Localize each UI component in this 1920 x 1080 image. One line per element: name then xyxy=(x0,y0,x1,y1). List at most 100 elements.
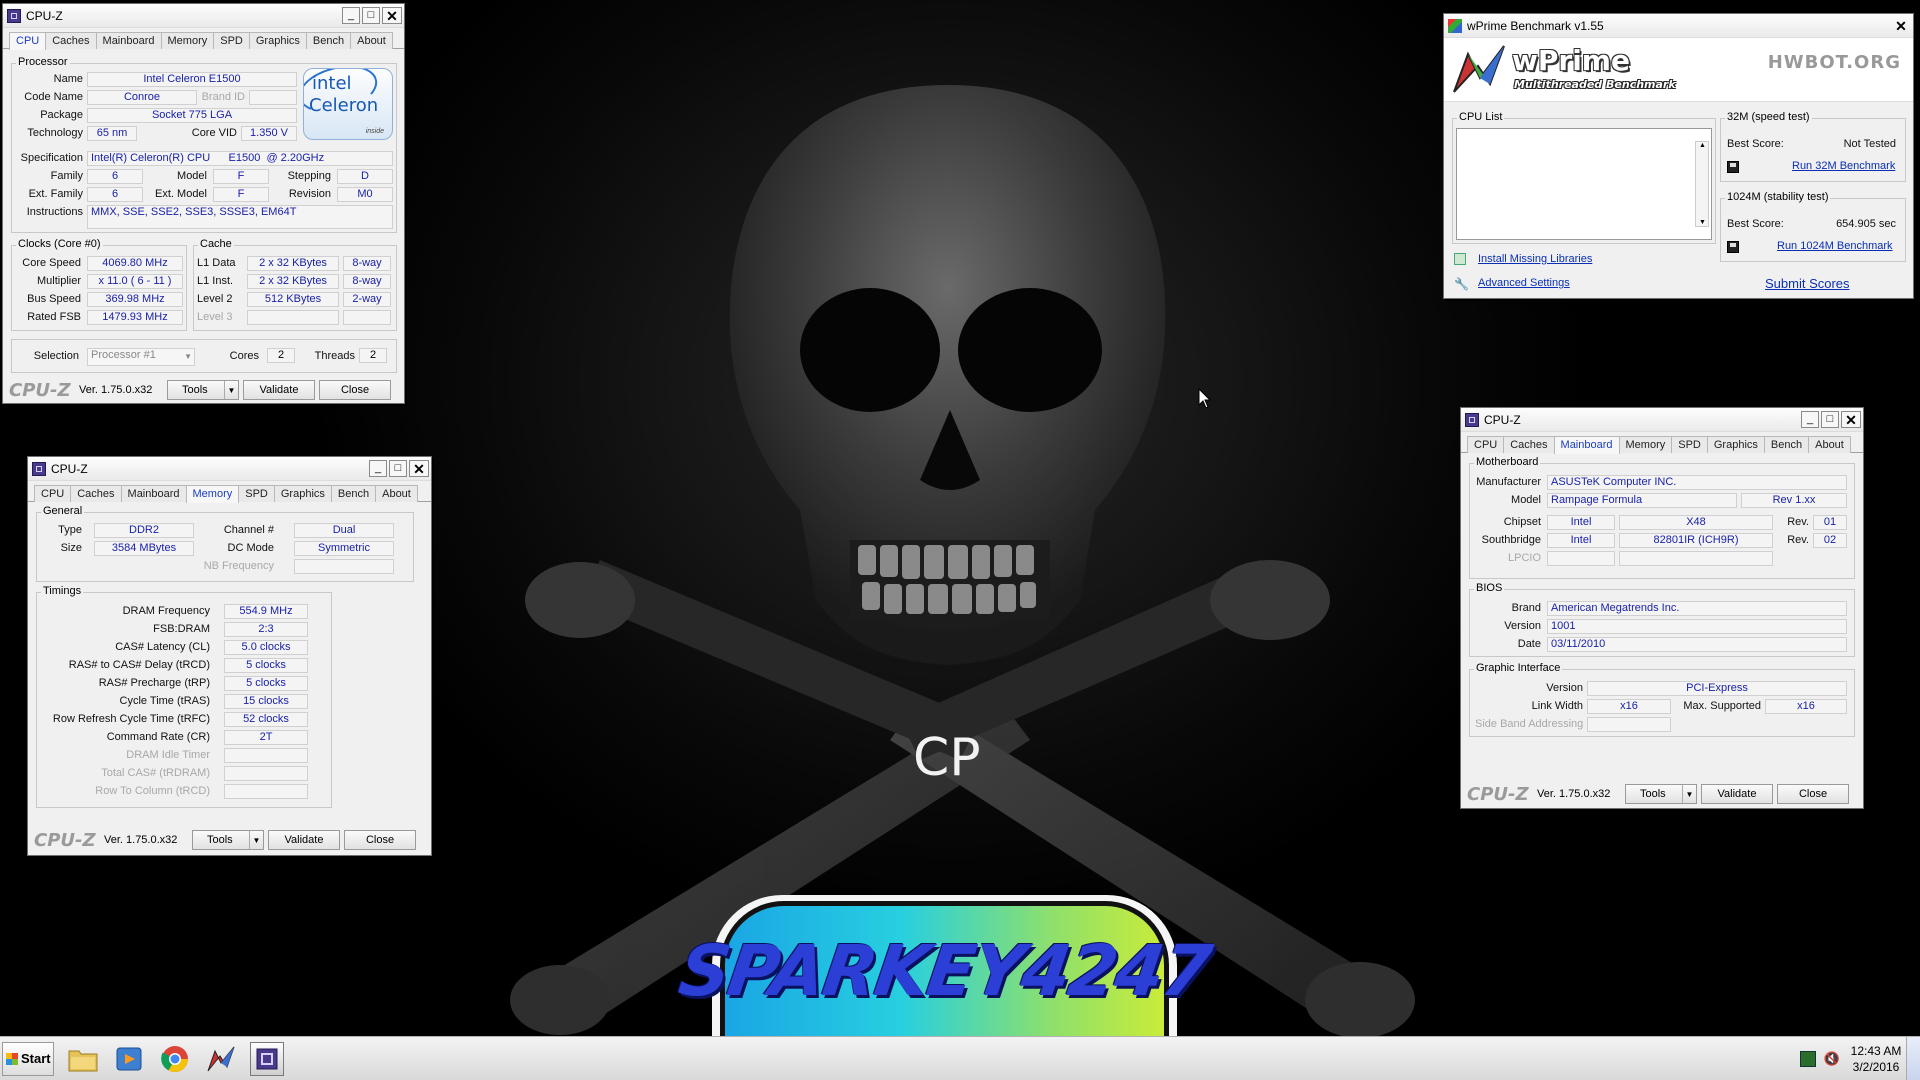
minimize-icon[interactable]: _ xyxy=(1801,411,1819,428)
chevron-down-icon[interactable]: ▼ xyxy=(249,831,263,849)
cpu-list[interactable]: ▲ ▼ xyxy=(1456,128,1712,240)
southbridge-label: Southbridge xyxy=(1481,534,1541,546)
tray-app-icon[interactable] xyxy=(1799,1051,1816,1067)
tab-about[interactable]: About xyxy=(375,485,418,502)
name-value: Intel Celeron E1500 xyxy=(87,72,297,87)
chevron-down-icon: ▼ xyxy=(184,352,192,361)
busspeed-value: 369.98 MHz xyxy=(87,292,183,307)
processor-select[interactable]: Processor #1 ▼ xyxy=(87,348,195,366)
package-label: Package xyxy=(40,109,83,121)
tab-bench[interactable]: Bench xyxy=(330,485,377,502)
wprime-taskbar-icon[interactable] xyxy=(204,1042,238,1076)
model-value: F xyxy=(213,169,269,184)
tab-caches[interactable]: Caches xyxy=(45,32,97,49)
maximize-icon[interactable]: □ xyxy=(362,7,380,24)
title-bar[interactable]: CPU-Z _ □ ✕ xyxy=(1461,408,1863,432)
tools-button[interactable]: Tools ▼ xyxy=(1625,784,1697,804)
bios-version-value: 1001 xyxy=(1547,619,1847,634)
tab-graphics[interactable]: Graphics xyxy=(248,32,307,49)
run-1024m-link[interactable]: Run 1024M Benchmark xyxy=(1777,240,1893,252)
tab-cpu[interactable]: CPU xyxy=(1467,436,1505,453)
bios-brand-label: Brand xyxy=(1511,602,1541,614)
chevron-down-icon[interactable]: ▼ xyxy=(1682,785,1696,803)
run-32m-link[interactable]: Run 32M Benchmark xyxy=(1792,160,1895,172)
save-icon[interactable] xyxy=(1727,241,1739,253)
tab-spd[interactable]: SPD xyxy=(238,485,275,502)
tab-cpu[interactable]: CPU xyxy=(9,32,47,50)
timing-value xyxy=(224,766,308,781)
advanced-settings-link[interactable]: Advanced Settings xyxy=(1478,277,1570,289)
tab-mainboard[interactable]: Mainboard xyxy=(120,485,187,502)
channel-label: Channel # xyxy=(223,524,274,536)
validate-button[interactable]: Validate xyxy=(268,830,340,850)
validate-button[interactable]: Validate xyxy=(1701,784,1773,804)
install-libraries-link[interactable]: Install Missing Libraries xyxy=(1478,253,1592,265)
corevid-label: Core VID xyxy=(191,127,237,139)
tab-about[interactable]: About xyxy=(350,32,393,49)
folder-icon[interactable] xyxy=(66,1042,100,1076)
minimize-icon[interactable]: _ xyxy=(369,460,387,477)
gi-maxsup-value: x16 xyxy=(1765,699,1847,714)
tab-graphics[interactable]: Graphics xyxy=(273,485,332,502)
scroll-up-icon[interactable]: ▲ xyxy=(1699,142,1706,149)
timing-value: 15 clocks xyxy=(224,694,308,709)
close-button[interactable]: Close xyxy=(344,830,416,850)
save-icon[interactable] xyxy=(1727,161,1739,173)
chevron-down-icon[interactable]: ▼ xyxy=(224,381,238,399)
extfamily-label: Ext. Family xyxy=(28,188,83,200)
title-bar[interactable]: CPU-Z _ □ ✕ xyxy=(3,4,404,28)
title-bar[interactable]: CPU-Z _ □ ✕ xyxy=(28,457,431,481)
scroll-down-icon[interactable]: ▼ xyxy=(1699,219,1706,226)
minimize-icon[interactable]: _ xyxy=(342,7,360,24)
validate-button[interactable]: Validate xyxy=(243,380,315,400)
tools-button[interactable]: Tools ▼ xyxy=(192,830,264,850)
timing-label: Total CAS# (tRDRAM) xyxy=(101,767,210,779)
close-icon[interactable]: ✕ xyxy=(409,460,429,477)
tab-memory[interactable]: Memory xyxy=(1618,436,1673,453)
gi-version-label: Version xyxy=(1546,682,1583,694)
tab-mainboard[interactable]: Mainboard xyxy=(1553,436,1620,454)
install-libraries-icon[interactable] xyxy=(1454,253,1466,265)
timing-label: Row To Column (tRCD) xyxy=(95,785,210,797)
tab-bench[interactable]: Bench xyxy=(1763,436,1810,453)
tab-cpu[interactable]: CPU xyxy=(34,485,72,502)
tab-spd[interactable]: SPD xyxy=(213,32,250,49)
scrollbar[interactable]: ▲ ▼ xyxy=(1695,141,1709,227)
close-icon[interactable]: ✕ xyxy=(1841,411,1861,428)
tab-bench[interactable]: Bench xyxy=(305,32,352,49)
group-title: CPU List xyxy=(1457,111,1505,123)
tab-memory[interactable]: Memory xyxy=(160,32,215,49)
maximize-icon[interactable]: □ xyxy=(1821,411,1839,428)
maximize-icon[interactable]: □ xyxy=(389,460,407,477)
title-bar[interactable]: wPrime Benchmark v1.55 ✕ xyxy=(1444,14,1913,38)
cpuz-memory-window: CPU-Z _ □ ✕ CPU Caches Mainboard Memory … xyxy=(27,456,432,856)
close-button[interactable]: Close xyxy=(1777,784,1849,804)
close-button[interactable]: Close xyxy=(319,380,391,400)
media-player-icon[interactable] xyxy=(112,1042,146,1076)
chrome-icon[interactable] xyxy=(158,1042,192,1076)
wrench-icon[interactable]: 🔧 xyxy=(1454,277,1469,291)
close-icon[interactable]: ✕ xyxy=(1891,17,1911,34)
tab-graphics[interactable]: Graphics xyxy=(1706,436,1765,453)
start-button[interactable]: Start xyxy=(2,1041,54,1076)
tab-about[interactable]: About xyxy=(1808,436,1851,453)
tab-mainboard[interactable]: Mainboard xyxy=(95,32,162,49)
timing-value xyxy=(224,748,308,763)
tab-memory[interactable]: Memory xyxy=(185,485,240,503)
cpuz-logo: CPU-Z xyxy=(34,829,96,851)
cpuz-taskbar-icon[interactable] xyxy=(250,1041,284,1076)
group-title: Processor xyxy=(16,56,70,68)
nbfreq-value xyxy=(294,559,394,574)
volume-muted-icon[interactable]: 🔇 xyxy=(1824,1051,1840,1067)
cores-label: Cores xyxy=(229,350,259,362)
size-value: 3584 MBytes xyxy=(94,541,194,556)
close-icon[interactable]: ✕ xyxy=(382,7,402,24)
tools-button[interactable]: Tools ▼ xyxy=(167,380,239,400)
tab-caches[interactable]: Caches xyxy=(1503,436,1555,453)
clock[interactable]: 12:43 AM 3/2/2016 xyxy=(1846,1043,1906,1075)
intel-logo-line: Celeron xyxy=(309,95,379,116)
submit-scores-link[interactable]: Submit Scores xyxy=(1765,276,1850,291)
tab-spd[interactable]: SPD xyxy=(1671,436,1708,453)
show-desktop-button[interactable] xyxy=(1906,1037,1920,1080)
tab-caches[interactable]: Caches xyxy=(70,485,122,502)
